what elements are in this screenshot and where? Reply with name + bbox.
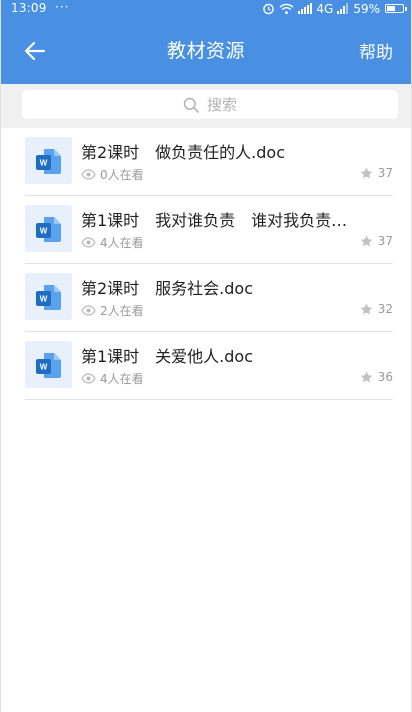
- svg-text:W: W: [40, 227, 48, 236]
- svg-text:W: W: [40, 295, 48, 304]
- file-thumbnail: W: [25, 205, 72, 252]
- status-bar: 13:09 ··· 4G 59%: [0, 0, 412, 17]
- viewer-count: 0人在看: [81, 166, 144, 183]
- viewer-count: 4人在看: [81, 234, 144, 251]
- star-text: 36: [377, 370, 393, 384]
- search-input[interactable]: 搜索: [22, 90, 398, 119]
- viewer-text: 2人在看: [100, 304, 144, 318]
- word-doc-icon: W: [36, 149, 61, 174]
- signal-icon: [298, 3, 313, 14]
- star-count: 32: [360, 302, 393, 316]
- viewer-text: 4人在看: [100, 236, 144, 250]
- viewer-count: 2人在看: [81, 302, 144, 319]
- file-name: 第1课时 我对谁负责 谁对我负责…: [81, 211, 348, 230]
- star-count: 36: [360, 370, 393, 384]
- status-right: 4G 59%: [262, 0, 407, 17]
- file-thumbnail: W: [25, 137, 72, 184]
- list-item[interactable]: W 第2课时 服务社会.doc 2人在看 32: [25, 264, 393, 332]
- page-title: 教材资源: [166, 40, 245, 62]
- list-item[interactable]: W 第2课时 做负责任的人.doc 0人在看 37: [25, 128, 393, 196]
- search-icon: [183, 97, 199, 113]
- search-placeholder: 搜索: [206, 96, 237, 114]
- file-name: 第1课时 关爱他人.doc: [81, 347, 254, 366]
- file-name: 第2课时 做负责任的人.doc: [81, 143, 286, 162]
- file-thumbnail: W: [25, 341, 72, 388]
- star-icon: [360, 371, 373, 383]
- star-icon: [360, 235, 373, 247]
- star-count: 37: [360, 166, 393, 180]
- status-dots: ···: [55, 0, 70, 14]
- list-item[interactable]: W 第1课时 我对谁负责 谁对我负责… 4人在看 37: [25, 196, 393, 264]
- alarm-icon: [262, 2, 275, 15]
- star-text: 37: [377, 234, 393, 248]
- search-area: 搜索: [0, 84, 412, 128]
- word-doc-icon: W: [36, 217, 61, 242]
- star-icon: [360, 303, 373, 315]
- svg-text:W: W: [40, 363, 48, 372]
- word-doc-icon: W: [36, 353, 61, 378]
- help-button[interactable]: 帮助: [359, 38, 393, 63]
- wifi-icon: [279, 3, 294, 15]
- star-count: 37: [360, 234, 393, 248]
- file-name: 第2课时 服务社会.doc: [81, 279, 254, 298]
- app-header: 教材资源 帮助: [0, 17, 412, 84]
- star-text: 32: [377, 302, 393, 316]
- viewer-text: 0人在看: [100, 168, 144, 182]
- battery-fill: [387, 6, 396, 11]
- eye-icon: [81, 373, 96, 384]
- file-thumbnail: W: [25, 273, 72, 320]
- battery-icon: [385, 4, 407, 13]
- eye-icon: [81, 305, 96, 316]
- file-list: W 第2课时 做负责任的人.doc 0人在看 37 W 第1课时 我对谁负责 谁…: [0, 128, 412, 400]
- star-text: 37: [377, 166, 393, 180]
- viewer-text: 4人在看: [100, 372, 144, 386]
- svg-text:W: W: [40, 159, 48, 168]
- signal-2-icon: [337, 3, 349, 14]
- status-time: 13:09: [11, 1, 47, 15]
- viewer-count: 4人在看: [81, 370, 144, 387]
- word-doc-icon: W: [36, 285, 61, 310]
- star-icon: [360, 167, 373, 179]
- list-item[interactable]: W 第1课时 关爱他人.doc 4人在看 36: [25, 332, 393, 400]
- battery-percent: 59%: [353, 1, 380, 16]
- network-type: 4G: [316, 1, 334, 16]
- eye-icon: [81, 169, 96, 180]
- eye-icon: [81, 237, 96, 248]
